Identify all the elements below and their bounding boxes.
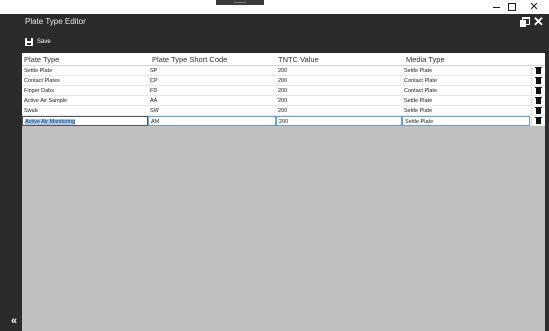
delete-row-button[interactable] <box>531 67 544 75</box>
cell-short-code[interactable]: SW <box>148 106 276 116</box>
trash-icon <box>534 97 542 104</box>
table-row[interactable]: Swab SW 200 Settle Plate <box>22 106 545 116</box>
trash-icon <box>534 77 542 84</box>
cell-tntc-value[interactable]: 200 <box>276 116 402 126</box>
cell-plate-type[interactable]: Swab <box>22 106 148 116</box>
cell-short-code[interactable]: FD <box>148 86 276 96</box>
cell-media-type[interactable]: Settle Plate <box>402 66 530 76</box>
cell-plate-type[interactable]: Settle Plate <box>22 66 148 76</box>
column-header-short-code[interactable]: Plate Type Short Code <box>152 55 227 65</box>
table-row[interactable]: Settle Plate SP 200 Settle Plate <box>22 66 545 76</box>
save-button-label: Save <box>37 39 51 45</box>
cell-media-type[interactable]: Settle Plate <box>402 96 530 106</box>
cell-short-code[interactable]: CP <box>148 76 276 86</box>
cell-short-code[interactable]: AA <box>148 96 276 106</box>
trash-icon <box>534 87 542 94</box>
delete-row-button[interactable] <box>531 77 544 85</box>
cell-media-type[interactable]: Contact Plate <box>402 86 530 96</box>
plate-type-grid: Plate Type Plate Type Short Code TNTC Va… <box>22 53 545 331</box>
column-header-tntc-value[interactable]: TNTC Value <box>278 55 319 65</box>
cell-plate-type[interactable]: Active Air Sample <box>22 96 148 106</box>
restore-window-icon[interactable] <box>520 17 530 27</box>
grid-header-row: Plate Type Plate Type Short Code TNTC Va… <box>22 53 545 66</box>
cell-short-code[interactable]: AM <box>148 116 276 126</box>
selected-text: Active Air Monitoring <box>25 119 76 125</box>
cell-media-type[interactable]: Contact Plate <box>402 76 530 86</box>
table-row[interactable]: Contact Plates CP 200 Contact Plate <box>22 76 545 86</box>
column-header-plate-type[interactable]: Plate Type <box>24 55 59 65</box>
column-header-media-type[interactable]: Media Type <box>406 55 445 65</box>
window-titlebar: ✕ <box>0 0 549 14</box>
cell-media-type[interactable]: Settle Plate <box>402 116 530 126</box>
cell-media-type[interactable]: Settle Plate <box>402 106 530 116</box>
cell-tntc-value[interactable]: 200 <box>276 86 402 96</box>
close-editor-icon[interactable]: ✕ <box>533 15 544 28</box>
delete-row-button[interactable] <box>531 107 544 115</box>
delete-row-button[interactable] <box>531 117 544 125</box>
drag-handle[interactable] <box>216 0 264 5</box>
cell-tntc-value[interactable]: 200 <box>276 76 402 86</box>
table-row[interactable]: Active Air Sample AA 200 Settle Plate <box>22 96 545 106</box>
app-shell: « Plate Type Editor ✕ Save Plate Type Pl… <box>0 14 549 331</box>
cell-plate-type[interactable]: Contact Plates <box>22 76 148 86</box>
table-row[interactable]: Finger Dabs FD 200 Contact Plate <box>22 86 545 96</box>
sidebar: « <box>0 14 22 331</box>
window-close-button[interactable]: ✕ <box>521 0 547 14</box>
cell-plate-type-editing[interactable]: Active Air Monitoring <box>22 116 148 126</box>
save-button[interactable]: Save <box>25 35 51 49</box>
cell-short-code[interactable]: SP <box>148 66 276 76</box>
grid-body: Plate Type Plate Type Short Code TNTC Va… <box>22 53 545 126</box>
sidebar-collapse-icon[interactable]: « <box>11 316 17 327</box>
save-icon <box>25 38 33 46</box>
cell-tntc-value[interactable]: 200 <box>276 66 402 76</box>
trash-icon <box>534 67 542 74</box>
delete-row-button[interactable] <box>531 97 544 105</box>
table-row-selected[interactable]: Active Air Monitoring AM 200 Settle Plat… <box>22 116 545 126</box>
trash-icon <box>534 117 542 124</box>
delete-row-button[interactable] <box>531 87 544 95</box>
cell-plate-type[interactable]: Finger Dabs <box>22 86 148 96</box>
cell-tntc-value[interactable]: 200 <box>276 106 402 116</box>
cell-tntc-value[interactable]: 200 <box>276 96 402 106</box>
trash-icon <box>534 107 542 114</box>
page-title: Plate Type Editor <box>25 17 86 26</box>
